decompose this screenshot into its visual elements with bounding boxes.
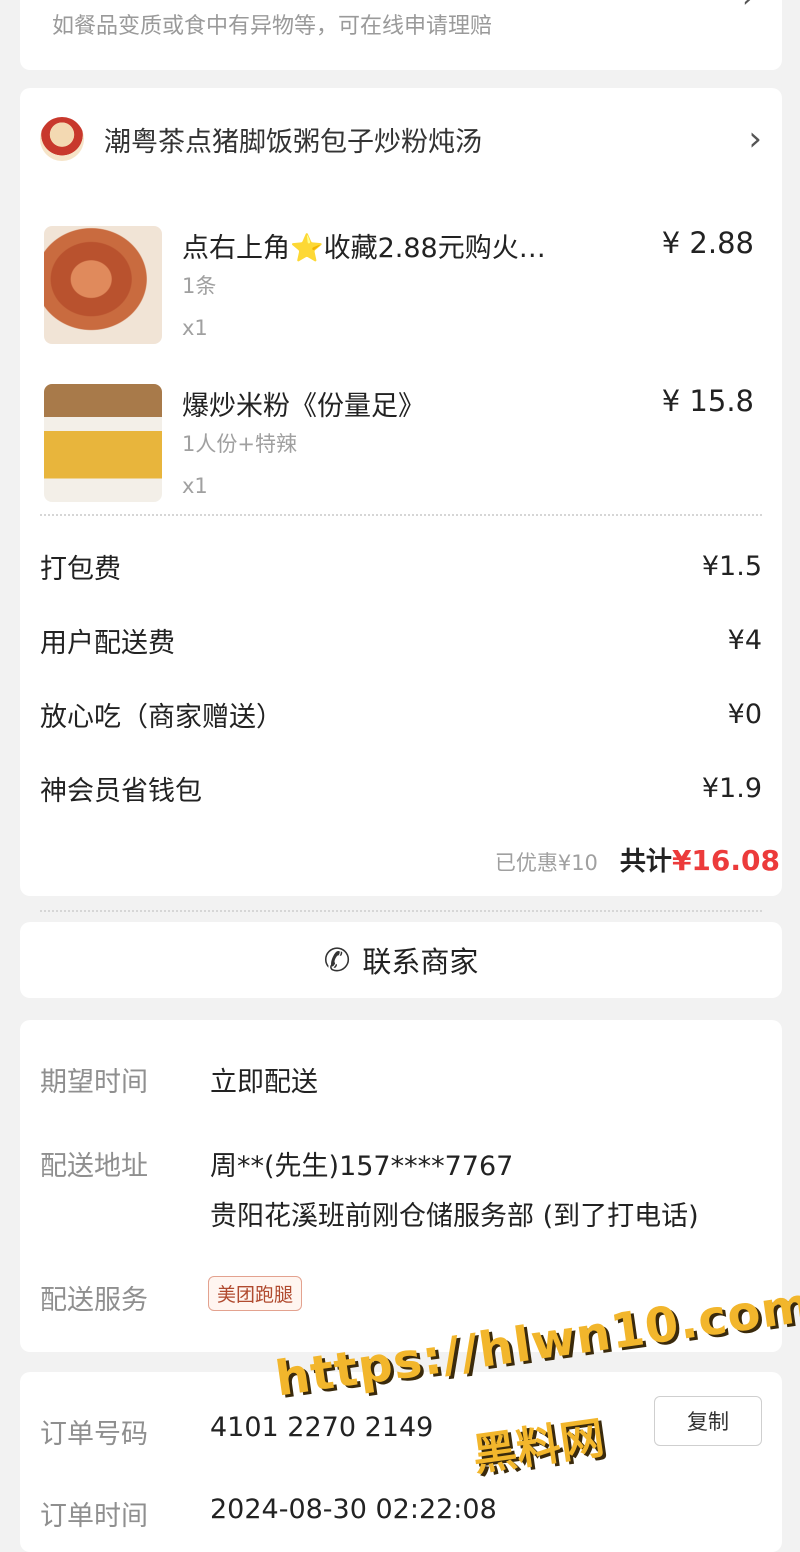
order-info-card: 订单号码 4101 2270 2149 复制 订单时间 2024-08-30 0… — [20, 1372, 782, 1552]
fee-value: ¥1.9 — [701, 772, 762, 804]
order-number-label: 订单号码 — [40, 1419, 148, 1450]
phone-icon: ✆ — [323, 941, 351, 979]
fee-label: 放心吃（商家赠送） — [40, 701, 283, 733]
shop-name: 潮粤茶点猪脚饭粥包子炒粉炖汤 — [104, 126, 482, 158]
item-spec: 1人份+特辣 — [182, 432, 297, 456]
address-label: 配送地址 — [40, 1151, 148, 1182]
discount-text: 已优惠¥10 — [494, 851, 598, 875]
delivery-service-badge: 美团跑腿 — [208, 1276, 303, 1311]
expected-time-value: 立即配送 — [210, 1067, 318, 1098]
fee-label: 用户配送费 — [40, 627, 175, 659]
chevron-right-icon[interactable]: › — [742, 0, 754, 15]
contact-merchant-button[interactable]: ✆ 联系商家 — [20, 922, 782, 998]
item-qty: x1 — [182, 474, 208, 498]
divider — [40, 910, 762, 912]
order-total: 已优惠¥10 共计 ¥16.08 — [495, 841, 780, 878]
shop-header[interactable]: 潮粤茶点猪脚饭粥包子炒粉炖汤 › — [40, 114, 762, 164]
order-time-label: 订单时间 — [40, 1501, 148, 1532]
fee-value: ¥1.5 — [701, 550, 762, 582]
item-spec: 1条 — [182, 274, 217, 298]
expected-time-label: 期望时间 — [40, 1067, 148, 1098]
fee-label: 打包费 — [40, 553, 121, 585]
fee-row: 放心吃（商家赠送） ¥0 — [40, 694, 762, 734]
fee-value: ¥0 — [727, 698, 762, 730]
item-name: 爆炒米粉《份量足》 — [182, 391, 425, 422]
item-qty: x1 — [182, 316, 208, 340]
shop-logo — [40, 117, 84, 161]
item-thumbnail — [44, 384, 162, 502]
fee-row: 打包费 ¥1.5 — [40, 546, 762, 586]
list-item: 爆炒米粉《份量足》 1人份+特辣 x1 ¥ 15.8 — [44, 384, 754, 504]
fee-value: ¥4 — [727, 624, 762, 656]
divider — [40, 514, 762, 516]
item-price: ¥ 2.88 — [661, 226, 754, 260]
delivery-service-label: 配送服务 — [40, 1285, 148, 1316]
item-thumbnail — [44, 226, 162, 344]
order-number-value: 4101 2270 2149 — [210, 1412, 434, 1443]
list-item: 点右上角⭐收藏2.88元购火… 1条 x1 ¥ 2.88 — [44, 226, 754, 346]
address-contact: 周**(先生)157****7767 — [210, 1151, 514, 1182]
claim-notice-card[interactable]: 如餐品变质或食中有异物等，可在线申请理赔 › — [20, 0, 782, 70]
fee-row: 用户配送费 ¥4 — [40, 620, 762, 660]
chevron-right-icon[interactable]: › — [748, 119, 762, 159]
claim-notice-text: 如餐品变质或食中有异物等，可在线申请理赔 — [52, 14, 493, 39]
total-label: 共计 — [619, 847, 672, 877]
fee-row: 神会员省钱包 ¥1.9 — [40, 768, 762, 808]
address-detail: 贵阳花溪班前刚仓储服务部 (到了打电话) — [210, 1201, 699, 1232]
fee-label: 神会员省钱包 — [40, 775, 202, 807]
item-price: ¥ 15.8 — [661, 384, 754, 418]
order-items-card: 潮粤茶点猪脚饭粥包子炒粉炖汤 › 点右上角⭐收藏2.88元购火… 1条 x1 ¥… — [20, 88, 782, 912]
order-time-value: 2024-08-30 02:22:08 — [210, 1494, 497, 1525]
item-name: 点右上角⭐收藏2.88元购火… — [182, 233, 546, 264]
total-amount: ¥16.08 — [671, 844, 780, 877]
contact-merchant-label: 联系商家 — [362, 945, 479, 979]
copy-button[interactable]: 复制 — [654, 1396, 762, 1446]
